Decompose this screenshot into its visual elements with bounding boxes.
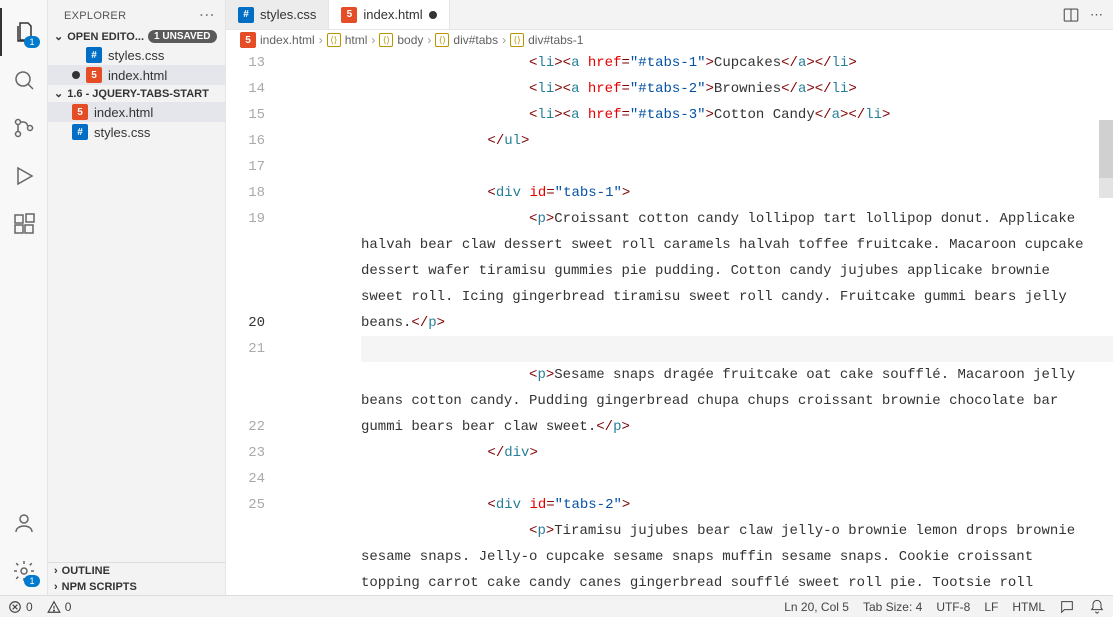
file-name: index.html [108,68,167,83]
html-file-icon: 5 [86,67,102,83]
feedback-icon[interactable] [1059,599,1075,615]
file-item[interactable]: # styles.css [48,122,225,142]
open-editors-section[interactable]: ⌄ OPEN EDITO... 1 UNSAVED [48,28,225,45]
breadcrumb-item[interactable]: body [397,33,423,47]
split-editor-icon[interactable] [1062,6,1080,24]
css-file-icon: # [86,47,102,63]
breadcrumb-item[interactable]: div#tabs-1 [528,33,583,47]
sidebar: EXPLORER ⋯ ⌄ OPEN EDITO... 1 UNSAVED # s… [48,0,226,595]
breadcrumb-item[interactable]: index.html [260,33,315,47]
html-file-icon: 5 [72,104,88,120]
chevron-down-icon: ⌄ [54,30,63,43]
npm-scripts-label: NPM SCRIPTS [62,581,137,593]
chevron-right-icon: › [502,33,506,47]
chevron-right-icon: › [54,581,58,593]
account-icon[interactable] [0,499,48,547]
tab-size[interactable]: Tab Size: 4 [863,600,922,614]
sidebar-title: EXPLORER [64,10,126,22]
element-icon: ⟨⟩ [435,33,449,47]
scrollbar-track-mark [1099,178,1113,198]
source-control-icon[interactable] [0,104,48,152]
language-mode[interactable]: HTML [1012,600,1045,614]
tab-index-html[interactable]: 5 index.html [329,0,449,29]
html-file-icon: 5 [341,7,357,23]
tab-bar: # styles.css 5 index.html ⋯ [226,0,1113,30]
status-bar: 0 0 Ln 20, Col 5 Tab Size: 4 UTF-8 LF HT… [0,595,1113,617]
breadcrumb-item[interactable]: html [345,33,368,47]
editor-more-icon[interactable]: ⋯ [1090,7,1103,23]
open-editors-label: OPEN EDITO... [67,31,144,43]
gear-badge: 1 [24,575,39,587]
chevron-right-icon: › [54,565,58,577]
gear-icon[interactable]: 1 [0,547,48,595]
open-editor-item[interactable]: # styles.css [48,45,225,65]
folder-label: 1.6 - JQUERY-TABS-START [67,88,209,100]
breadcrumb-item[interactable]: div#tabs [453,33,498,47]
open-editor-item[interactable]: 5 index.html [48,65,225,85]
breadcrumbs[interactable]: 5 index.html › ⟨⟩ html › ⟨⟩ body › ⟨⟩ di… [226,30,1113,50]
sidebar-more-icon[interactable]: ⋯ [199,8,215,24]
outline-label: OUTLINE [62,565,110,577]
npm-scripts-section[interactable]: › NPM SCRIPTS [48,579,225,595]
eol[interactable]: LF [984,600,998,614]
explorer-badge: 1 [24,36,39,48]
html-file-icon: 5 [240,32,256,48]
chevron-down-icon: ⌄ [54,87,63,100]
file-item[interactable]: 5 index.html [48,102,225,122]
element-icon: ⟨⟩ [379,33,393,47]
css-file-icon: # [238,7,254,23]
notifications-icon[interactable] [1089,599,1105,615]
tab-label: index.html [363,7,422,22]
dirty-dot-icon [72,71,80,79]
run-debug-icon[interactable] [0,152,48,200]
explorer-icon[interactable]: 1 [0,8,48,56]
file-name: index.html [94,105,153,120]
encoding[interactable]: UTF-8 [936,600,970,614]
scrollbar-thumb[interactable] [1099,120,1113,178]
dirty-dot-icon [429,11,437,19]
unsaved-badge: 1 UNSAVED [148,30,217,43]
gutter: 1314151617181920212223242526 [226,50,281,595]
cursor-position[interactable]: Ln 20, Col 5 [784,600,849,614]
code-editor[interactable]: 1314151617181920212223242526 <li><a href… [226,50,1113,595]
tab-styles-css[interactable]: # styles.css [226,0,329,29]
problems-warnings[interactable]: 0 [47,600,72,614]
folder-section[interactable]: ⌄ 1.6 - JQUERY-TABS-START [48,85,225,102]
file-name: styles.css [94,125,150,140]
editor-area: # styles.css 5 index.html ⋯ 5 index.html… [226,0,1113,595]
tab-label: styles.css [260,7,316,22]
element-icon: ⟨⟩ [510,33,524,47]
file-name: styles.css [108,48,164,63]
code-lines[interactable]: <li><a href="#tabs-1">Cupcakes</a></li> … [281,50,1113,595]
extensions-icon[interactable] [0,200,48,248]
activity-bar: 1 1 [0,0,48,595]
chevron-right-icon: › [371,33,375,47]
outline-section[interactable]: › OUTLINE [48,563,225,579]
css-file-icon: # [72,124,88,140]
element-icon: ⟨⟩ [327,33,341,47]
problems-errors[interactable]: 0 [8,600,33,614]
search-icon[interactable] [0,56,48,104]
chevron-right-icon: › [319,33,323,47]
chevron-right-icon: › [427,33,431,47]
